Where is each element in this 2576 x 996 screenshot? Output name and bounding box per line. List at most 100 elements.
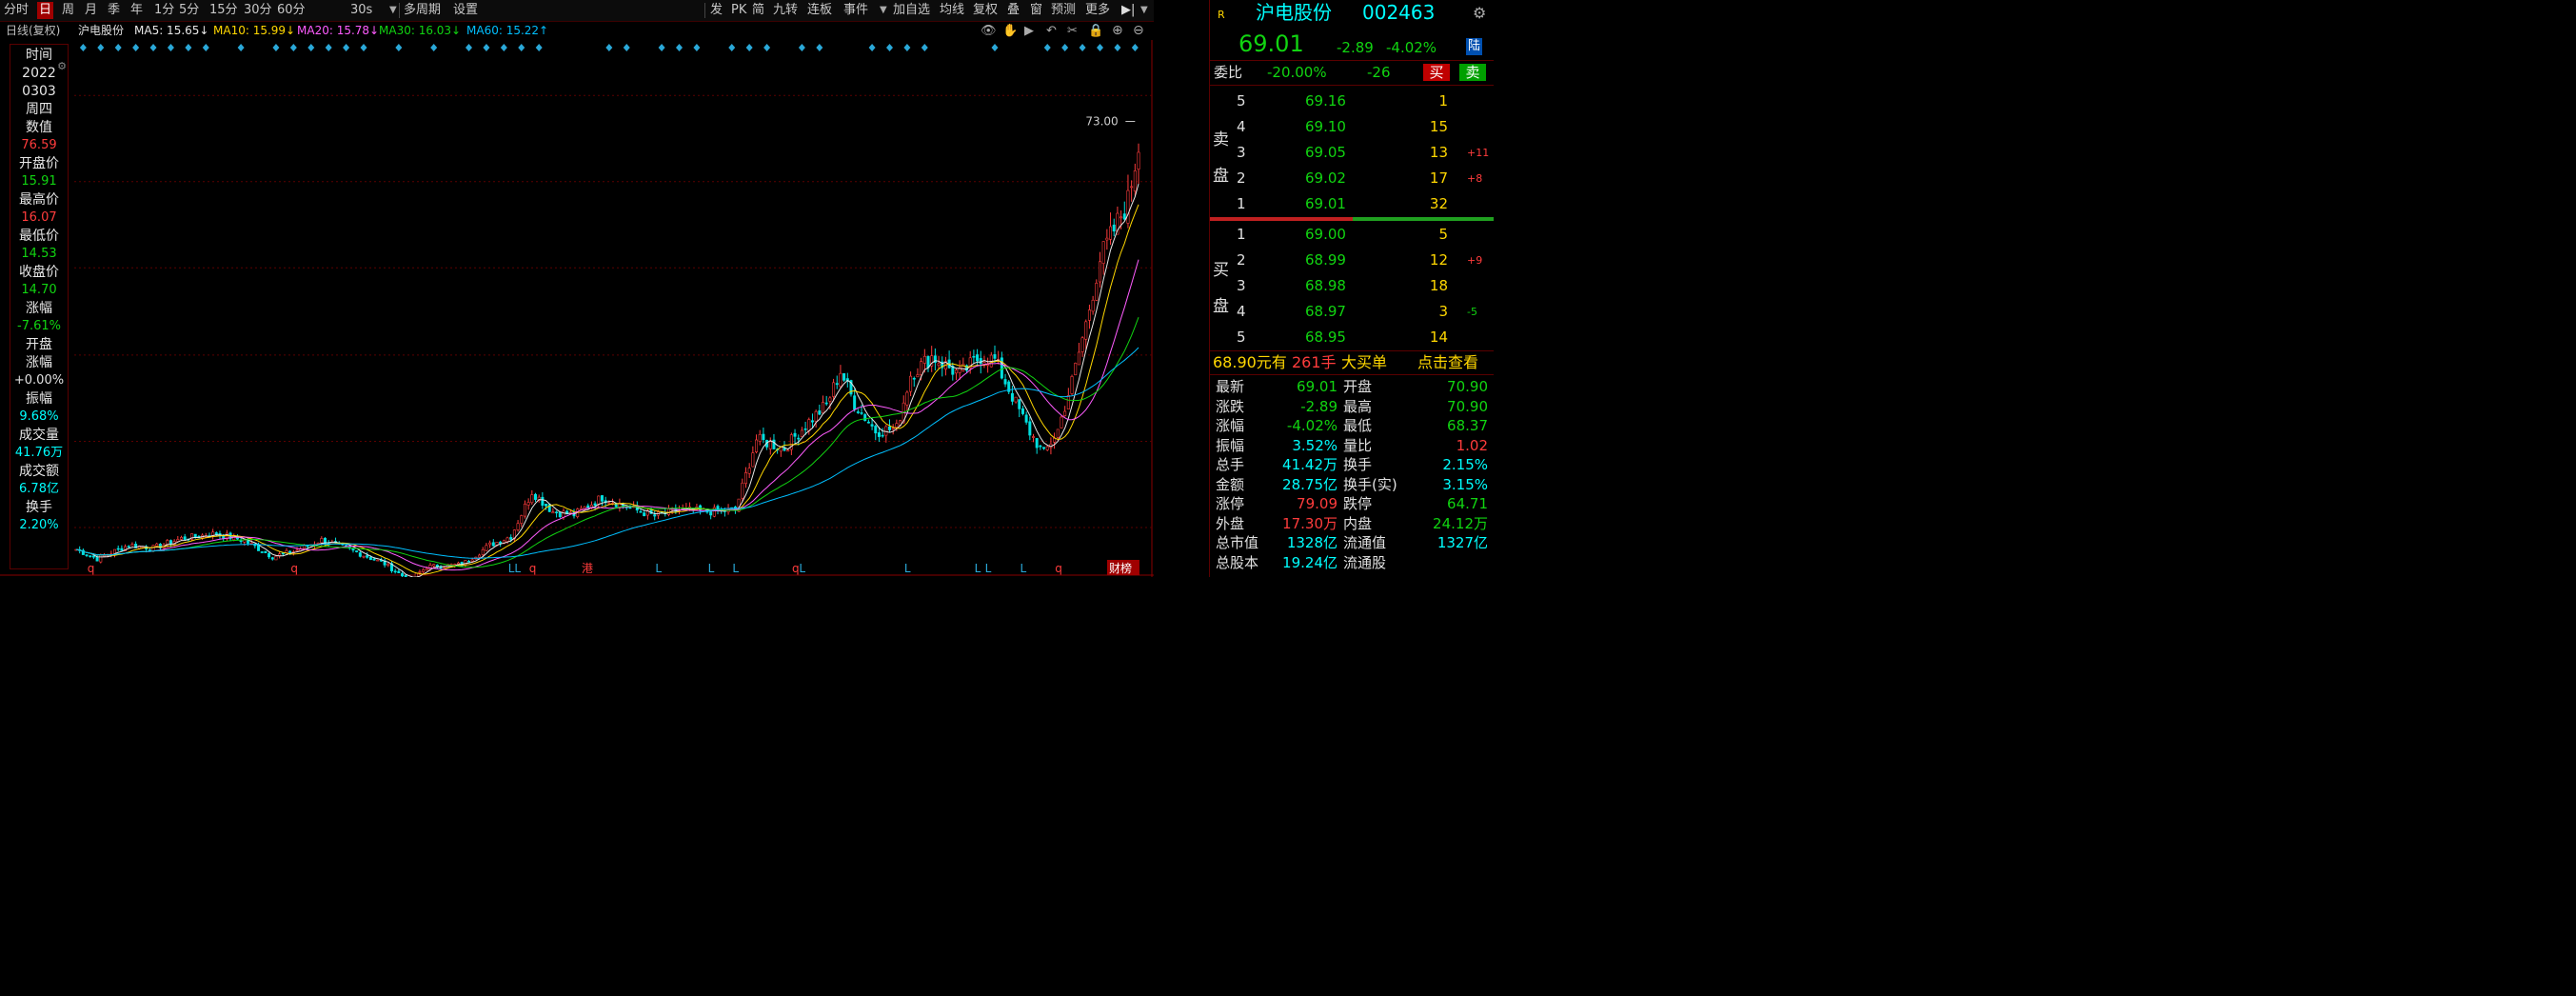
stock-code: 002463 xyxy=(1362,1,1436,24)
candle-body xyxy=(481,548,485,555)
tab-7[interactable]: 5分 xyxy=(179,2,199,19)
ma60-label: MA60: 15.22↑ xyxy=(466,24,549,37)
bottom-marker[interactable]: q xyxy=(1055,562,1062,575)
tool-6[interactable]: 加自选 xyxy=(893,2,930,19)
weibi-diff: -26 xyxy=(1367,64,1391,81)
bid-delta: +9 xyxy=(1467,254,1483,267)
tool-3[interactable]: 九转 xyxy=(773,2,798,19)
scissors-icon[interactable]: ✂ xyxy=(1067,22,1078,40)
tool-12[interactable]: 更多 xyxy=(1085,2,1110,19)
tool-8[interactable]: 复权 xyxy=(973,2,998,19)
candle-body xyxy=(786,449,790,452)
candle-body xyxy=(842,372,846,381)
ma20-label: MA20: 15.78↓ xyxy=(297,24,380,37)
expand-icon[interactable]: ▶| xyxy=(1121,2,1135,19)
tab-3[interactable]: 月 xyxy=(85,2,97,19)
ask-level: 1 xyxy=(1237,195,1246,212)
chevron-down-icon[interactable]: ▼ xyxy=(389,2,397,19)
tool-7[interactable]: 均线 xyxy=(940,2,964,19)
bottom-marker[interactable]: LL xyxy=(508,562,522,575)
bottom-marker[interactable]: L xyxy=(799,562,805,575)
tool-4[interactable]: 连板 xyxy=(807,2,832,19)
tab-2[interactable]: 周 xyxy=(62,2,74,19)
chevron-down-icon[interactable]: ▼ xyxy=(1140,2,1148,19)
bottom-marker[interactable]: L xyxy=(975,562,981,575)
bottom-marker[interactable]: L xyxy=(732,562,739,575)
candle-body xyxy=(491,542,495,547)
hand-icon[interactable]: ✋ xyxy=(1002,22,1018,40)
tool-11[interactable]: 预测 xyxy=(1051,2,1076,19)
candle-body xyxy=(1020,408,1024,414)
event-markers[interactable] xyxy=(79,44,1139,51)
candle-body xyxy=(530,494,534,504)
bottom-marker[interactable]: L xyxy=(708,562,715,575)
candle-body xyxy=(762,433,765,441)
settings-button[interactable]: 设置 xyxy=(453,2,478,19)
ma-line-ma5 xyxy=(75,183,1139,577)
eye-icon[interactable]: 👁 xyxy=(981,22,997,40)
tab-10[interactable]: 60分 xyxy=(277,2,306,19)
kline-chart[interactable]: 76.5964.6752.7540.6828.7516.8373.008.35q… xyxy=(0,40,1154,577)
crosshair-value: 9.68% xyxy=(19,409,59,424)
chevron-down-icon[interactable]: ▼ xyxy=(880,2,887,19)
bottom-marker[interactable]: q xyxy=(290,562,298,575)
bottom-marker[interactable]: L xyxy=(985,562,992,575)
ma-line-ma20 xyxy=(75,259,1139,571)
r-badge: R xyxy=(1218,9,1225,21)
candle-body xyxy=(807,419,811,431)
bigorder-link[interactable]: 点击查看 xyxy=(1417,353,1478,372)
candle-body xyxy=(810,420,814,423)
candle-body xyxy=(961,363,965,371)
candle-body xyxy=(264,550,268,553)
candle-body xyxy=(747,468,751,474)
bottom-marker[interactable]: q xyxy=(88,562,95,575)
tab-4[interactable]: 季 xyxy=(108,2,120,19)
toolbar-divider xyxy=(704,3,705,18)
tab-5[interactable]: 年 xyxy=(130,2,143,19)
tool-0[interactable]: 发 xyxy=(710,2,723,19)
tab-9[interactable]: 30分 xyxy=(244,2,272,19)
bottom-marker[interactable]: L xyxy=(1020,562,1026,575)
event-diamond-icon xyxy=(114,44,122,51)
candle-body xyxy=(214,532,218,535)
lock-icon[interactable]: 🔒 xyxy=(1088,22,1103,40)
interval-select[interactable]: 30s xyxy=(350,2,372,19)
bid-bar xyxy=(1353,217,1494,221)
bottom-marker[interactable]: 财榜 xyxy=(1109,561,1132,575)
event-diamond-icon xyxy=(395,44,403,51)
zoom-in-icon[interactable]: ⊕ xyxy=(1112,22,1123,40)
crosshair-value: -7.61% xyxy=(17,319,61,333)
buy-button[interactable]: 买 xyxy=(1423,64,1450,81)
tool-2[interactable]: 简 xyxy=(752,2,764,19)
stat-label: 流通股 xyxy=(1343,553,1387,571)
multi-period-button[interactable]: 多周期 xyxy=(404,2,441,19)
bottom-marker[interactable]: L xyxy=(904,562,911,575)
candle-body xyxy=(393,570,397,573)
tool-9[interactable]: 叠 xyxy=(1007,2,1020,19)
stat-label: 量比 xyxy=(1343,436,1373,454)
undo-icon[interactable]: ↶ xyxy=(1046,22,1057,40)
zoom-out-icon[interactable]: ⊖ xyxy=(1133,22,1144,40)
sell-button[interactable]: 卖 xyxy=(1459,64,1486,81)
tool-1[interactable]: PK xyxy=(731,2,746,19)
tab-1[interactable]: 日 xyxy=(37,2,54,19)
bottom-marker[interactable]: q xyxy=(529,562,537,575)
candle-body xyxy=(505,537,509,542)
tool-5[interactable]: 事件 xyxy=(843,2,868,19)
kline-type-label[interactable]: 日线(复权) xyxy=(6,22,60,40)
gear-icon[interactable]: ⚙ xyxy=(1473,4,1486,23)
tab-8[interactable]: 15分 xyxy=(209,2,238,19)
stat-value: 3.15% xyxy=(1442,475,1488,493)
tool-10[interactable]: 窗 xyxy=(1030,2,1042,19)
play-icon[interactable]: ▶ xyxy=(1024,22,1034,40)
tab-6[interactable]: 1分 xyxy=(154,2,174,19)
bottom-marker[interactable]: L xyxy=(655,562,662,575)
candle-body xyxy=(166,540,169,546)
candle-body xyxy=(870,424,874,427)
event-diamond-icon xyxy=(728,44,736,51)
gear-icon[interactable]: ⚙ xyxy=(56,58,68,75)
candle-body xyxy=(116,548,120,550)
tab-0[interactable]: 分时 xyxy=(4,2,29,19)
bottom-marker[interactable]: 港 xyxy=(582,562,593,575)
bid-level: 3 xyxy=(1237,277,1246,294)
